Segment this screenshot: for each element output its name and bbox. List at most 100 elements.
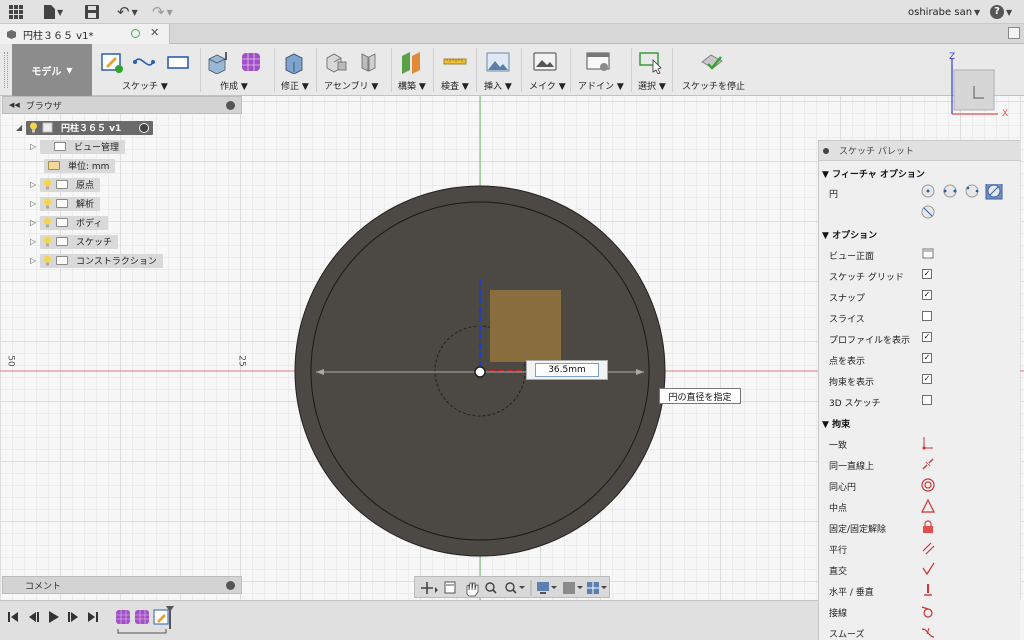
timeline-feature-form-icon[interactable] [116, 610, 130, 624]
smooth-icon[interactable] [921, 625, 935, 639]
diameter-input[interactable]: 36.5mm [535, 363, 599, 377]
timeline-sketch-icon[interactable] [153, 609, 169, 625]
feature-options-section[interactable]: ▼ フィーチャ オプション [822, 167, 925, 180]
tree-item-sketches[interactable]: ▷ スケッチ [30, 234, 119, 249]
expand-right-icon[interactable]: ▷ [30, 256, 40, 265]
go-to-end-icon[interactable] [88, 612, 98, 622]
constraints-section[interactable]: ▼ 拘束 [822, 417, 850, 430]
help-menu[interactable]: ? ▼ [990, 4, 1012, 20]
expand-right-icon[interactable]: ▷ [30, 199, 40, 208]
expand-right-icon[interactable]: ▷ [30, 237, 40, 246]
tree-pill[interactable]: ビュー管理 [40, 139, 126, 154]
tree-item-analysis[interactable]: ▷ 解析 [30, 196, 101, 211]
display-settings-icon[interactable] [537, 582, 557, 594]
tree-pill[interactable]: コンストラクション [40, 253, 163, 268]
concentric-icon[interactable] [921, 478, 935, 492]
activate-radio-icon[interactable] [139, 122, 150, 133]
construct-group[interactable]: 構築 ▼ [393, 44, 431, 96]
visibility-bulb-icon[interactable] [43, 198, 52, 209]
browser-root-row[interactable]: ◢ 円柱３６５ v1 [16, 120, 154, 135]
three-point-circle-icon[interactable] [965, 184, 979, 198]
show-constraints-checkbox[interactable]: ✓ [922, 374, 932, 384]
make-group[interactable]: メイク ▼ [523, 44, 569, 96]
collapse-arrows-icon[interactable]: ◀◀ [9, 101, 20, 109]
tree-pill[interactable]: 原点 [40, 177, 101, 192]
tree-pill[interactable]: ボディ [40, 215, 109, 230]
tab-close-icon[interactable]: ✕ [150, 26, 159, 39]
create-group[interactable]: 作成 ▼ [202, 44, 274, 96]
select-group[interactable]: 選択 ▼ [633, 44, 671, 96]
expand-right-icon[interactable]: ▷ [30, 180, 40, 189]
sketch-palette-header[interactable]: スケッチ パレット [819, 141, 1021, 161]
browser-pin-icon[interactable] [226, 101, 235, 110]
undo-button[interactable]: ↶ ▼ [117, 3, 138, 21]
3d-sketch-checkbox[interactable] [922, 395, 932, 405]
browser-header[interactable]: ◀◀ ブラウザ [2, 96, 242, 114]
save-button[interactable] [85, 4, 99, 20]
tangent-icon[interactable] [921, 604, 935, 618]
app-grid-icon[interactable] [9, 4, 23, 20]
new-tab-button[interactable] [1008, 27, 1020, 39]
show-profile-checkbox[interactable]: ✓ [922, 332, 932, 342]
workspace-switcher[interactable]: モデル ▼ [12, 44, 92, 96]
expand-down-icon[interactable]: ◢ [16, 123, 26, 132]
tree-item-view-management[interactable]: ▷ ビュー管理 [30, 139, 126, 154]
look-at-icon[interactable] [444, 581, 456, 594]
tree-item-units[interactable]: 単位: mm [44, 158, 116, 173]
visibility-bulb-icon[interactable] [43, 255, 52, 266]
sketch-grid-checkbox[interactable]: ✓ [922, 269, 932, 279]
timeline-feature-form-2-icon[interactable] [135, 610, 149, 624]
modify-group[interactable]: 修正 ▼ [276, 44, 316, 96]
horizontal-vertical-icon[interactable] [921, 583, 935, 597]
circle-type-buttons[interactable] [921, 184, 1007, 220]
redo-button[interactable]: ↷ ▼ [152, 3, 173, 21]
show-points-checkbox[interactable]: ✓ [922, 353, 932, 363]
profile-square[interactable] [490, 290, 561, 362]
tree-pill[interactable]: 単位: mm [44, 158, 116, 173]
comment-pin-icon[interactable] [226, 581, 235, 590]
collinear-icon[interactable] [921, 457, 935, 471]
assembly-group[interactable]: アセンブリ ▼ [318, 44, 390, 96]
stop-sketch-button[interactable]: スケッチを停止 [674, 44, 750, 96]
viewports-icon[interactable] [587, 582, 607, 594]
lock-icon[interactable] [921, 520, 935, 534]
two-point-circle-icon[interactable] [943, 184, 957, 198]
grid-settings-icon[interactable] [563, 582, 583, 594]
viewcube[interactable]: Z X [940, 48, 1024, 128]
file-menu-button[interactable]: ▼ [44, 4, 63, 20]
options-section[interactable]: ▼ オプション [822, 228, 877, 241]
snap-checkbox[interactable]: ✓ [922, 290, 932, 300]
go-to-start-icon[interactable] [8, 612, 18, 622]
tree-pill[interactable]: 解析 [40, 196, 101, 211]
coincident-icon[interactable] [921, 436, 935, 450]
step-back-icon[interactable] [29, 612, 39, 622]
step-forward-icon[interactable] [68, 612, 78, 622]
zoom-icon[interactable] [485, 582, 497, 594]
diameter-circle-selected-icon[interactable] [985, 184, 1003, 200]
sketch-group[interactable]: スケッチ ▼ [96, 44, 200, 96]
play-icon[interactable] [49, 611, 59, 623]
center-point[interactable] [474, 366, 486, 378]
visibility-bulb-icon[interactable] [43, 217, 52, 228]
expand-right-icon[interactable]: ▷ [30, 142, 40, 151]
document-tab[interactable]: 円柱３６５ v1* ✕ [0, 24, 170, 44]
user-menu[interactable]: oshirabe san ▼ [908, 4, 980, 20]
insert-group[interactable]: 挿入 ▼ [478, 44, 520, 96]
inspect-group[interactable]: 検査 ▼ [435, 44, 475, 96]
palette-pin-icon[interactable] [823, 147, 829, 154]
tree-pill[interactable]: スケッチ [40, 234, 119, 249]
tangent-circle-icon[interactable] [921, 205, 935, 219]
orbit-icon[interactable] [421, 582, 438, 594]
comment-panel[interactable]: コメント [2, 576, 242, 594]
center-diameter-circle-icon[interactable] [921, 184, 935, 198]
ribbon-grip[interactable] [4, 52, 8, 88]
parallel-icon[interactable] [921, 541, 935, 555]
perpendicular-icon[interactable] [921, 562, 935, 576]
midpoint-icon[interactable] [921, 499, 935, 513]
look-at-sketch-icon[interactable] [922, 247, 934, 259]
slice-checkbox[interactable] [922, 311, 932, 321]
pan-hand-icon[interactable] [466, 582, 479, 597]
root-pill[interactable]: 円柱３６５ v1 [26, 120, 154, 135]
visibility-bulb-icon[interactable] [29, 122, 38, 133]
tree-item-origin[interactable]: ▷ 原点 [30, 177, 101, 192]
